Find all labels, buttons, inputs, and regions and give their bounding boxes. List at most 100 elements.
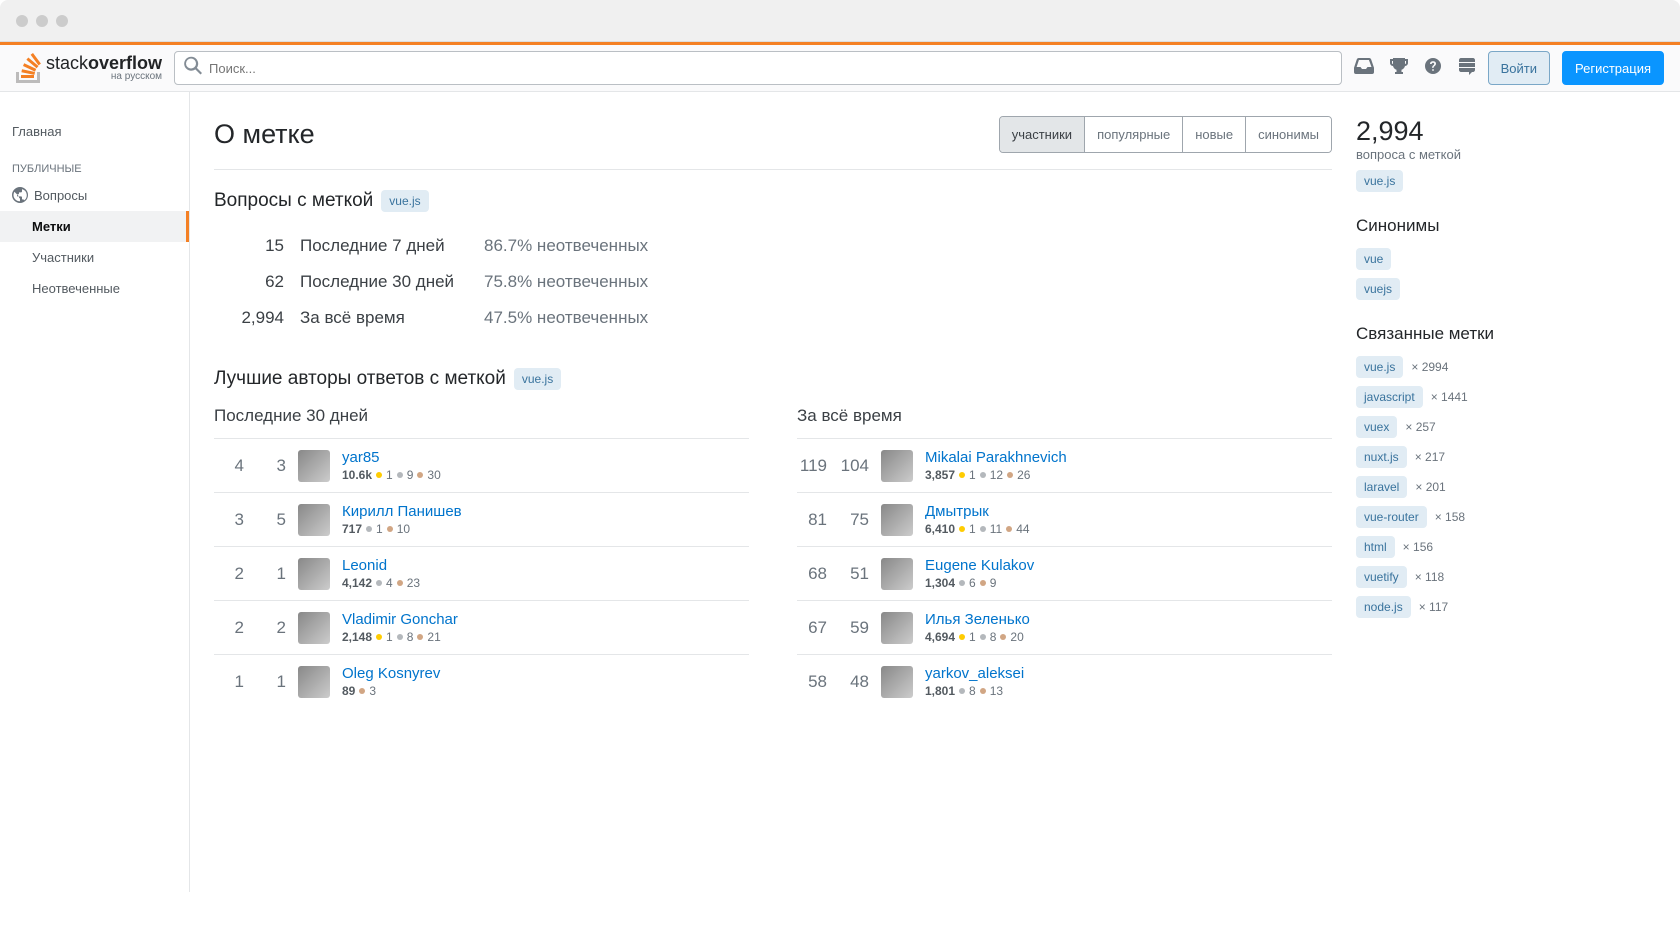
traffic-light-zoom[interactable]: [56, 15, 68, 27]
related-tag-row: node.js × 117: [1356, 596, 1448, 618]
stat-row: 15 Последние 7 дней 86.7% неотвеченных: [214, 228, 1332, 264]
user-row: 2 1 Leonid 4,142423: [214, 546, 749, 600]
avatar[interactable]: [881, 612, 913, 644]
user-reputation: 10.6k1930: [342, 468, 441, 482]
user-link[interactable]: Leonid: [342, 557, 420, 574]
user-link[interactable]: Кирилл Панишев: [342, 503, 462, 520]
user-row: 67 59 Илья Зеленько 4,6941820: [797, 600, 1332, 654]
related-tag[interactable]: vuetify: [1356, 566, 1407, 588]
answerers-all-time: За всё время 119 104 Mikalai Parakhnevic…: [797, 406, 1332, 708]
total-questions-count: 2,994: [1356, 116, 1656, 147]
total-questions-label: вопроса с меткой: [1356, 147, 1656, 162]
stat-percent: 86.7% неотвеченных: [484, 236, 648, 256]
signup-button[interactable]: Регистрация: [1562, 51, 1664, 85]
browser-chrome: [0, 0, 1680, 42]
tab-новые[interactable]: новые: [1183, 117, 1246, 152]
stat-percent: 47.5% неотвеченных: [484, 308, 648, 328]
site-logo[interactable]: stackoverflow на русском: [16, 53, 162, 83]
related-tag[interactable]: vuex: [1356, 416, 1397, 438]
avatar[interactable]: [881, 666, 913, 698]
tag-badge[interactable]: vue.js: [514, 368, 561, 390]
posts-cell: 2: [256, 618, 286, 638]
user-link[interactable]: Mikalai Parakhnevich: [925, 449, 1067, 466]
search-input[interactable]: [174, 51, 1342, 85]
related-tag[interactable]: html: [1356, 536, 1395, 558]
user-row: 68 51 Eugene Kulakov 1,30469: [797, 546, 1332, 600]
avatar[interactable]: [298, 666, 330, 698]
related-tag-count: × 2994: [1411, 360, 1448, 374]
right-sidebar: 2,994 вопроса с меткой vue.js Синонимы v…: [1356, 116, 1656, 868]
traffic-light-minimize[interactable]: [36, 15, 48, 27]
stat-label: Последние 7 дней: [284, 236, 484, 256]
user-link[interactable]: Eugene Kulakov: [925, 557, 1034, 574]
score-cell: 2: [214, 618, 244, 638]
login-button[interactable]: Войти: [1488, 51, 1550, 85]
user-link[interactable]: Дмытрык: [925, 503, 1030, 520]
posts-cell: 51: [839, 564, 869, 584]
related-tag[interactable]: node.js: [1356, 596, 1411, 618]
sidebar-heading-public: ПУБЛИЧНЫЕ: [0, 147, 189, 179]
avatar[interactable]: [298, 450, 330, 482]
related-tag-row: javascript × 1441: [1356, 386, 1468, 408]
user-reputation: 1,30469: [925, 576, 1034, 590]
user-link[interactable]: yarkov_aleksei: [925, 665, 1024, 682]
trophy-icon[interactable]: [1390, 57, 1408, 80]
search-box: [174, 51, 1342, 85]
posts-cell: 59: [839, 618, 869, 638]
logo-text: stackoverflow на русском: [46, 54, 162, 82]
related-tag-count: × 156: [1403, 540, 1433, 554]
user-row: 4 3 yar85 10.6k1930: [214, 438, 749, 492]
avatar[interactable]: [881, 558, 913, 590]
user-reputation: 4,142423: [342, 576, 420, 590]
traffic-light-close[interactable]: [16, 15, 28, 27]
user-link[interactable]: Илья Зеленько: [925, 611, 1030, 628]
related-tag-row: html × 156: [1356, 536, 1433, 558]
avatar[interactable]: [298, 504, 330, 536]
tab-участники[interactable]: участники: [1000, 117, 1085, 152]
score-cell: 67: [797, 618, 827, 638]
sidebar-item-home[interactable]: Главная: [0, 116, 189, 147]
related-tag-row: vuex × 257: [1356, 416, 1436, 438]
tag-badge[interactable]: vue.js: [1356, 170, 1403, 192]
related-tag-count: × 158: [1435, 510, 1465, 524]
avatar[interactable]: [298, 558, 330, 590]
avatar[interactable]: [881, 504, 913, 536]
related-tag-row: vue-router × 158: [1356, 506, 1465, 528]
related-tag[interactable]: laravel: [1356, 476, 1407, 498]
related-tag[interactable]: nuxt.js: [1356, 446, 1407, 468]
score-cell: 1: [214, 672, 244, 692]
search-icon: [184, 57, 202, 80]
questions-section-title: Вопросы с меткой vue.js: [214, 190, 1332, 212]
avatar[interactable]: [881, 450, 913, 482]
tag-badge[interactable]: vue.js: [381, 190, 428, 212]
user-reputation: 4,6941820: [925, 630, 1030, 644]
related-tag[interactable]: vue.js: [1356, 356, 1403, 378]
user-link[interactable]: Oleg Kosnyrev: [342, 665, 440, 682]
column-title: Последние 30 дней: [214, 406, 749, 426]
sidebar-item-questions[interactable]: Вопросы: [0, 179, 189, 211]
score-cell: 68: [797, 564, 827, 584]
stat-count: 2,994: [214, 308, 284, 328]
sidebar-item-tags[interactable]: Метки: [0, 211, 189, 242]
sidebar-item-label: Вопросы: [34, 188, 87, 203]
stat-percent: 75.8% неотвеченных: [484, 272, 648, 292]
help-icon[interactable]: [1424, 57, 1442, 80]
user-row: 119 104 Mikalai Parakhnevich 3,85711226: [797, 438, 1332, 492]
tab-популярные[interactable]: популярные: [1085, 117, 1183, 152]
user-reputation: 1,801813: [925, 684, 1024, 698]
avatar[interactable]: [298, 612, 330, 644]
user-link[interactable]: Vladimir Gonchar: [342, 611, 458, 628]
tag-tabs: участникипопулярныеновыесинонимы: [999, 116, 1332, 153]
user-link[interactable]: yar85: [342, 449, 441, 466]
sidebar-item-users[interactable]: Участники: [0, 242, 189, 273]
stat-count: 62: [214, 272, 284, 292]
stackexchange-icon[interactable]: [1458, 57, 1476, 80]
related-tag[interactable]: vue-router: [1356, 506, 1427, 528]
tab-синонимы[interactable]: синонимы: [1246, 117, 1331, 152]
sidebar-item-unanswered[interactable]: Неотвеченные: [0, 273, 189, 304]
synonym-tag[interactable]: vue: [1356, 248, 1391, 270]
related-tag[interactable]: javascript: [1356, 386, 1423, 408]
inbox-icon[interactable]: [1354, 57, 1374, 80]
user-reputation: 717110: [342, 522, 462, 536]
synonym-tag[interactable]: vuejs: [1356, 278, 1400, 300]
